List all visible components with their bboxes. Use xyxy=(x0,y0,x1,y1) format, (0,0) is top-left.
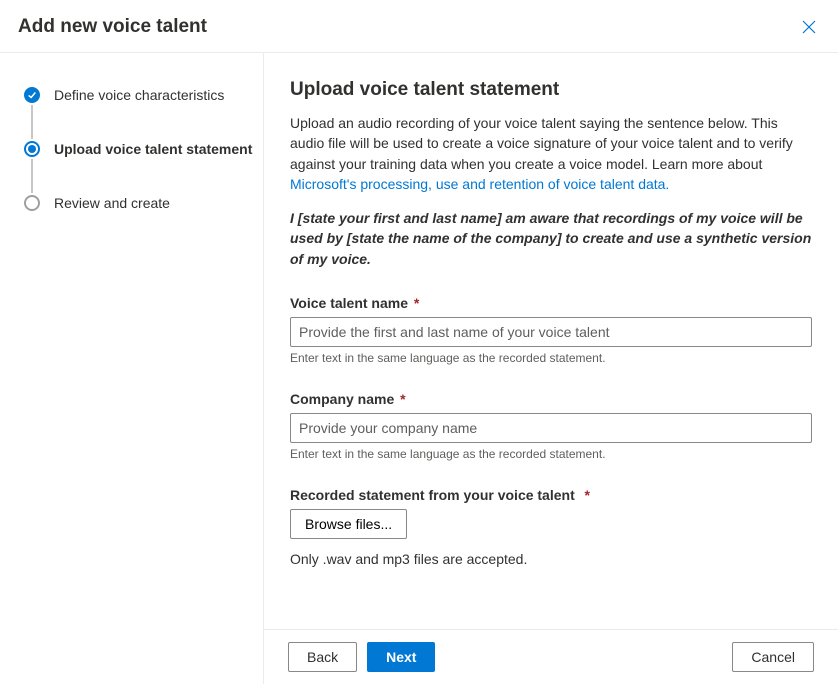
close-icon xyxy=(802,20,816,34)
current-step-icon xyxy=(24,141,40,157)
company-name-input[interactable] xyxy=(290,413,812,443)
main-panel: Upload voice talent statement Upload an … xyxy=(264,53,838,684)
voice-talent-name-label: Voice talent name * xyxy=(290,295,812,311)
main-content: Upload voice talent statement Upload an … xyxy=(264,53,838,629)
next-button[interactable]: Next xyxy=(367,642,435,672)
step-label: Upload voice talent statement xyxy=(54,141,252,157)
required-mark: * xyxy=(581,487,590,503)
step-label: Review and create xyxy=(54,195,170,211)
voice-talent-name-helper: Enter text in the same language as the r… xyxy=(290,351,812,365)
voice-talent-name-input[interactable] xyxy=(290,317,812,347)
add-voice-talent-dialog: Add new voice talent Define voice charac… xyxy=(0,0,838,684)
company-name-label: Company name * xyxy=(290,391,812,407)
page-description: Upload an audio recording of your voice … xyxy=(290,113,812,194)
field-label-text: Recorded statement from your voice talen… xyxy=(290,487,575,503)
back-button[interactable]: Back xyxy=(288,642,357,672)
step-connector xyxy=(31,105,33,139)
statement-text: I [state your first and last name] am aw… xyxy=(290,208,812,269)
wizard-stepper: Define voice characteristics Upload voic… xyxy=(0,53,264,684)
dialog-footer: Back Next Cancel xyxy=(264,629,838,684)
dialog-title: Add new voice talent xyxy=(18,16,207,38)
close-button[interactable] xyxy=(798,16,820,38)
recorded-statement-label: Recorded statement from your voice talen… xyxy=(290,487,812,503)
dialog-header: Add new voice talent xyxy=(0,0,838,53)
description-text: Upload an audio recording of your voice … xyxy=(290,115,793,172)
dialog-body: Define voice characteristics Upload voic… xyxy=(0,53,838,684)
required-mark: * xyxy=(414,295,419,311)
checkmark-icon xyxy=(24,87,40,103)
company-name-helper: Enter text in the same language as the r… xyxy=(290,447,812,461)
voice-talent-name-field: Voice talent name * Enter text in the sa… xyxy=(290,295,812,365)
required-mark: * xyxy=(400,391,405,407)
recorded-statement-field: Recorded statement from your voice talen… xyxy=(290,487,812,567)
step-label: Define voice characteristics xyxy=(54,87,224,103)
company-name-field: Company name * Enter text in the same la… xyxy=(290,391,812,461)
step-define-characteristics[interactable]: Define voice characteristics xyxy=(24,87,247,141)
step-upload-statement[interactable]: Upload voice talent statement xyxy=(24,141,247,195)
step-connector xyxy=(31,159,33,193)
field-label-text: Voice talent name xyxy=(290,295,408,311)
upcoming-step-icon xyxy=(24,195,40,211)
learn-more-link[interactable]: Microsoft's processing, use and retentio… xyxy=(290,176,669,192)
cancel-button[interactable]: Cancel xyxy=(732,642,814,672)
step-review-create[interactable]: Review and create xyxy=(24,195,247,211)
file-type-info: Only .wav and mp3 files are accepted. xyxy=(290,551,812,567)
page-heading: Upload voice talent statement xyxy=(290,79,812,101)
browse-files-button[interactable]: Browse files... xyxy=(290,509,407,539)
field-label-text: Company name xyxy=(290,391,394,407)
